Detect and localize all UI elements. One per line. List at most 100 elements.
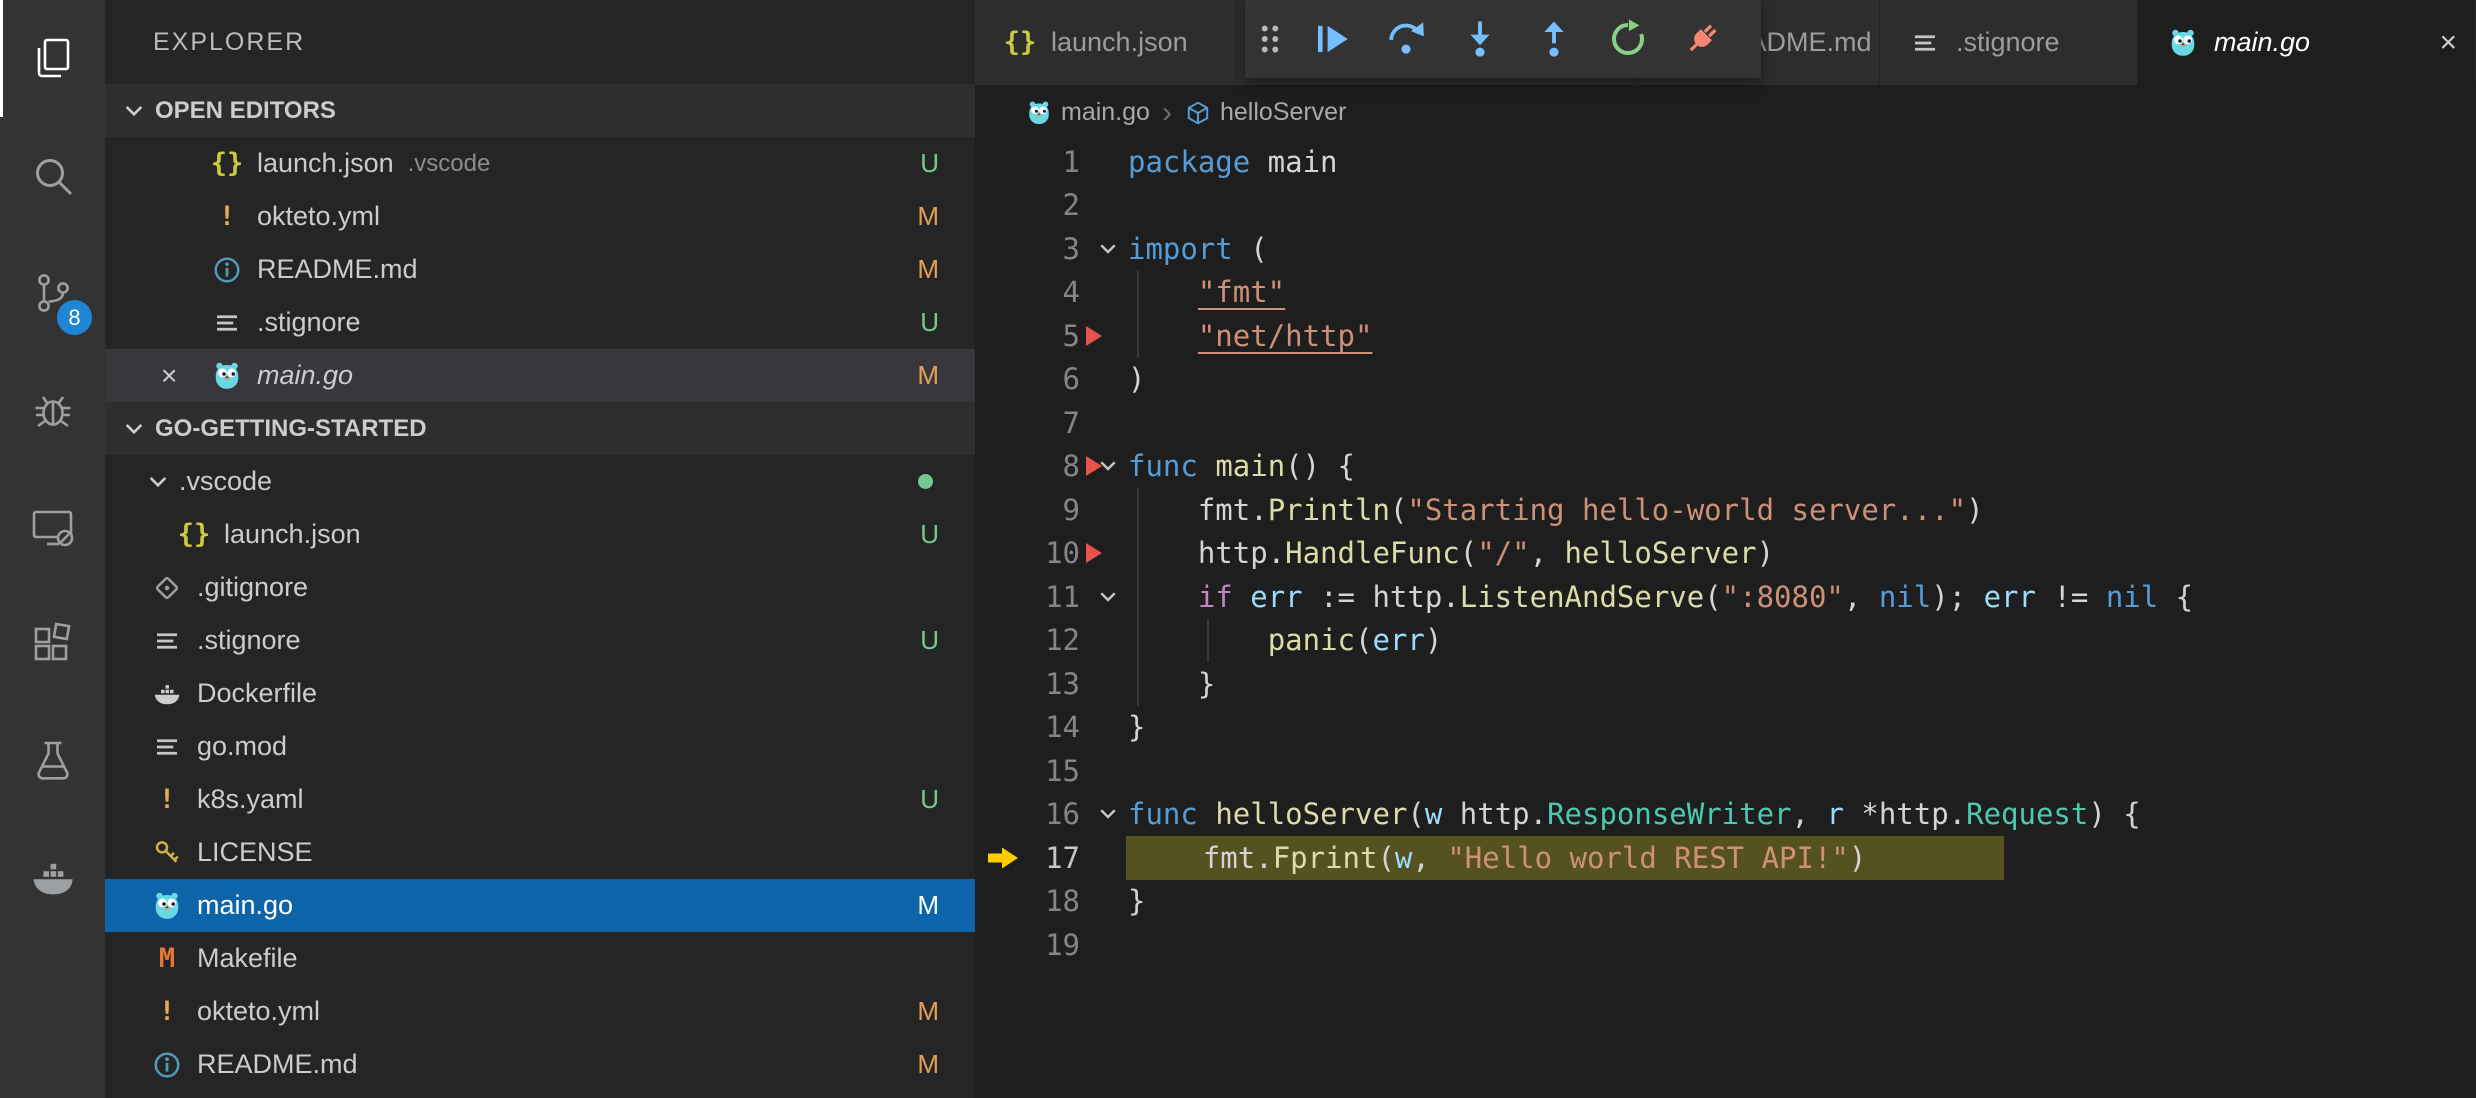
file-label: go.mod <box>197 731 287 762</box>
code-line-8[interactable]: 8 func main() { <box>975 445 2476 489</box>
code-token: ( <box>1407 797 1424 831</box>
code-line-7[interactable]: 7 <box>975 401 2476 445</box>
code-token: ( <box>1355 623 1372 657</box>
code-line-18[interactable]: 18} <box>975 880 2476 924</box>
line-number[interactable]: 16 <box>1030 797 1080 831</box>
tree-item-go.mod[interactable]: go.mod <box>105 720 975 773</box>
section-header-open-editors[interactable]: OPEN EDITORS <box>105 84 975 137</box>
code-line-4[interactable]: 4 "fmt" <box>975 271 2476 315</box>
activity-item-search[interactable] <box>0 117 105 234</box>
line-number[interactable]: 18 <box>1030 884 1080 918</box>
step-into-icon <box>1459 18 1501 60</box>
tree-item-README.md[interactable]: README.mdM <box>105 1038 975 1091</box>
code-line-17[interactable]: 17 fmt.Fprint(w, "Hello world REST API!"… <box>975 836 2476 880</box>
tree-item-.vscode[interactable]: .vscode <box>105 455 975 508</box>
activity-item-docker[interactable] <box>0 819 105 936</box>
code-line-16[interactable]: 16 func helloServer(w http.ResponseWriter… <box>975 793 2476 837</box>
go-icon <box>210 359 244 393</box>
tree-item-okteto.yml[interactable]: !okteto.ymlM <box>105 985 975 1038</box>
file-label: .stignore <box>257 307 361 338</box>
debug-drag-handle[interactable] <box>1245 0 1295 78</box>
line-number[interactable]: 1 <box>1030 145 1080 179</box>
fold-chevron-icon[interactable] <box>1096 454 1120 478</box>
tab-launch.json[interactable]: {}launch.json <box>975 0 1237 85</box>
step-over-button[interactable] <box>1369 0 1443 78</box>
fold-chevron-icon[interactable] <box>1096 802 1120 826</box>
tree-item-.stignore[interactable]: .stignoreU <box>105 614 975 667</box>
close-icon[interactable]: × <box>161 360 210 392</box>
open-editor-launch.json[interactable]: {}launch.json.vscodeU <box>105 137 975 190</box>
tab-label: .stignore <box>1956 27 2060 58</box>
step-out-button[interactable] <box>1517 0 1591 78</box>
tab-.stignore[interactable]: .stignore <box>1880 0 2138 85</box>
tree-item-Dockerfile[interactable]: Dockerfile <box>105 667 975 720</box>
code-token <box>1128 319 1198 353</box>
line-number[interactable]: 3 <box>1030 232 1080 266</box>
line-number[interactable]: 7 <box>1030 406 1080 440</box>
line-number[interactable]: 10 <box>1030 536 1080 570</box>
line-number[interactable]: 14 <box>1030 710 1080 744</box>
drag-handle-icon <box>1249 18 1291 60</box>
line-number[interactable]: 2 <box>1030 188 1080 222</box>
activity-item-remote-explorer[interactable] <box>0 468 105 585</box>
go-icon <box>150 889 184 923</box>
code-line-2[interactable]: 2 <box>975 184 2476 228</box>
code-line-15[interactable]: 15 <box>975 749 2476 793</box>
tree-item-launch.json[interactable]: {}launch.jsonU <box>105 508 975 561</box>
breadcrumb-item-helloServer[interactable]: helloServer <box>1184 98 1346 127</box>
code-line-3[interactable]: 3import ( <box>975 227 2476 271</box>
line-number[interactable]: 9 <box>1030 493 1080 527</box>
breadcrumb-item-main.go[interactable]: main.go <box>1025 98 1150 127</box>
line-number[interactable]: 15 <box>1030 754 1080 788</box>
tree-item-k8s.yaml[interactable]: !k8s.yamlU <box>105 773 975 826</box>
activity-item-run-and-debug[interactable] <box>0 351 105 468</box>
section-header-go-getting-started[interactable]: GO-GETTING-STARTED <box>105 402 975 455</box>
line-number[interactable]: 12 <box>1030 623 1080 657</box>
code-line-19[interactable]: 19 <box>975 923 2476 967</box>
line-number[interactable]: 8 <box>1030 449 1080 483</box>
code-line-13[interactable]: 13 } <box>975 662 2476 706</box>
code-line-5[interactable]: 5 "net/http" <box>975 314 2476 358</box>
line-number[interactable]: 4 <box>1030 275 1080 309</box>
breakpoint-marker-icon[interactable] <box>1086 543 1102 563</box>
line-number[interactable]: 6 <box>1030 362 1080 396</box>
continue-button[interactable] <box>1295 0 1369 78</box>
extensions-icon <box>29 620 77 668</box>
line-number[interactable]: 13 <box>1030 667 1080 701</box>
line-number[interactable]: 19 <box>1030 928 1080 962</box>
disconnect-button[interactable] <box>1665 0 1739 78</box>
docker-icon <box>150 677 184 711</box>
tree-item-LICENSE[interactable]: LICENSE <box>105 826 975 879</box>
open-editor-okteto.yml[interactable]: !okteto.ymlM <box>105 190 975 243</box>
activity-item-explorer[interactable] <box>0 0 105 117</box>
open-editor-.stignore[interactable]: .stignoreU <box>105 296 975 349</box>
line-number[interactable]: 11 <box>1030 580 1080 614</box>
open-editor-README.md[interactable]: README.mdM <box>105 243 975 296</box>
code-line-9[interactable]: 9 fmt.Println("Starting hello-world serv… <box>975 488 2476 532</box>
line-number[interactable]: 17 <box>1030 841 1080 875</box>
code-line-1[interactable]: 1package main <box>975 140 2476 184</box>
line-number[interactable]: 5 <box>1030 319 1080 353</box>
tree-item-main.go[interactable]: main.goM <box>105 879 975 932</box>
activity-item-extensions[interactable] <box>0 585 105 702</box>
activity-item-testing[interactable] <box>0 702 105 819</box>
code-line-6[interactable]: 6) <box>975 358 2476 402</box>
breadcrumb: main.go›helloServer <box>975 85 2476 140</box>
breakpoint-marker-icon[interactable] <box>1086 326 1102 346</box>
fold-chevron-icon[interactable] <box>1096 237 1120 261</box>
fold-chevron-icon[interactable] <box>1096 585 1120 609</box>
code-text: func main() { <box>1128 445 1355 489</box>
restart-button[interactable] <box>1591 0 1665 78</box>
code-line-14[interactable]: 14} <box>975 706 2476 750</box>
code-line-12[interactable]: 12 panic(err) <box>975 619 2476 663</box>
code-line-10[interactable]: 10 http.HandleFunc("/", helloServer) <box>975 532 2476 576</box>
open-editor-main.go[interactable]: ×main.goM <box>105 349 975 402</box>
tab-main.go[interactable]: main.go× <box>2138 0 2476 85</box>
tree-item-.gitignore[interactable]: .gitignore <box>105 561 975 614</box>
activity-item-source-control[interactable]: 8 <box>0 234 105 351</box>
step-into-button[interactable] <box>1443 0 1517 78</box>
close-icon[interactable]: × <box>2439 26 2457 60</box>
code-line-11[interactable]: 11 if err := http.ListenAndServe(":8080"… <box>975 575 2476 619</box>
code-text: func helloServer(w http.ResponseWriter, … <box>1128 793 2141 837</box>
tree-item-Makefile[interactable]: MMakefile <box>105 932 975 985</box>
